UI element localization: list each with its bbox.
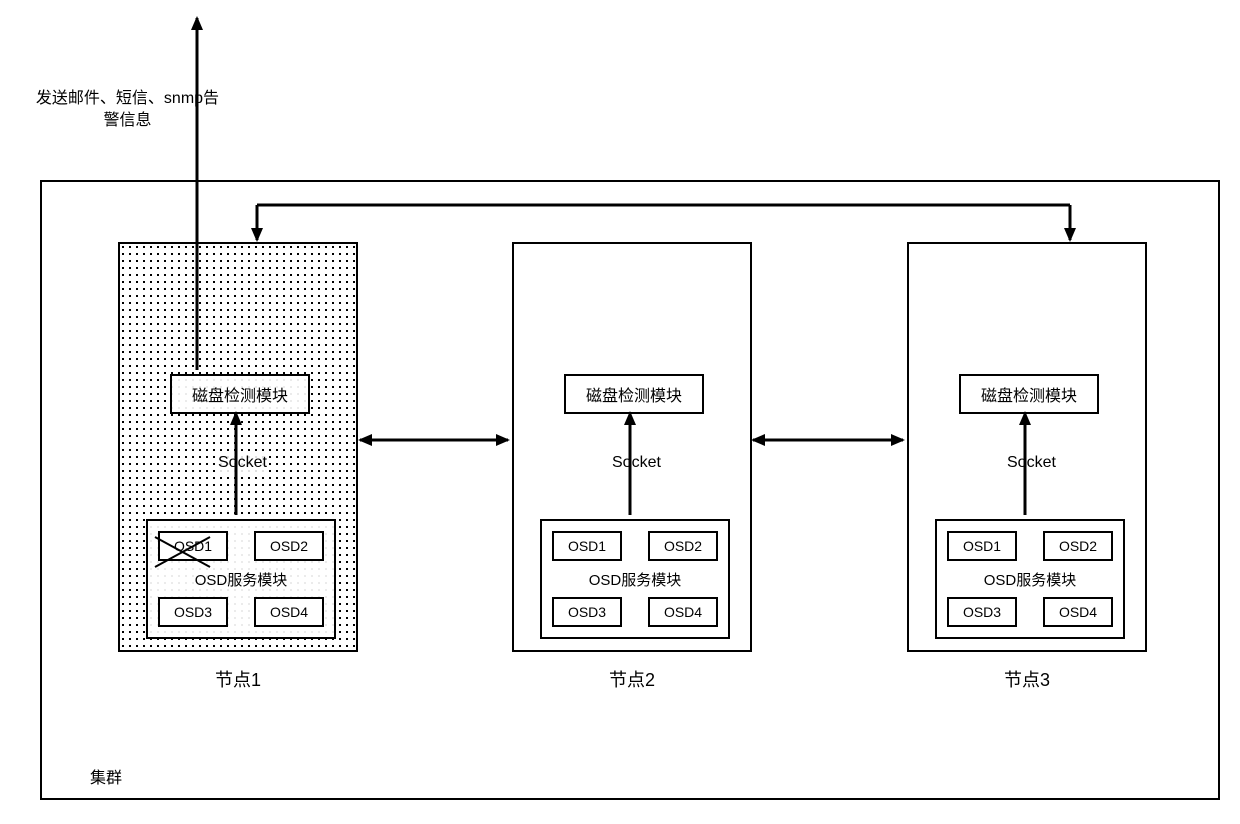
node-3: 磁盘检测模块 Socket OSD服务模块 OSD1 OSD2 OSD3 OSD… xyxy=(907,242,1147,652)
node-3-osd4: OSD4 xyxy=(1043,597,1113,627)
node-1: 磁盘检测模块 Socket OSD服务模块 OSD1 OSD2 OSD3 OSD… xyxy=(118,242,358,652)
cluster-label: 集群 xyxy=(90,764,122,788)
node-2-detect-module: 磁盘检测模块 xyxy=(564,374,704,414)
node-1-osd3: OSD3 xyxy=(158,597,228,627)
node-2-osd1: OSD1 xyxy=(552,531,622,561)
node-3-osd-title: OSD服务模块 xyxy=(937,569,1123,590)
node-1-label: 节点1 xyxy=(120,666,356,692)
node-1-osd1: OSD1 xyxy=(158,531,228,561)
node-2-osd2: OSD2 xyxy=(648,531,718,561)
node-3-detect-module: 磁盘检测模块 xyxy=(959,374,1099,414)
node-3-osd3: OSD3 xyxy=(947,597,1017,627)
node-2-osd-module: OSD服务模块 OSD1 OSD2 OSD3 OSD4 xyxy=(540,519,730,639)
node-3-osd1: OSD1 xyxy=(947,531,1017,561)
node-3-label: 节点3 xyxy=(909,666,1145,692)
node-2-osd-title: OSD服务模块 xyxy=(542,569,728,590)
cluster-container: 集群 磁盘检测模块 Socket OSD服务模块 OSD1 OSD2 OSD3 … xyxy=(40,180,1220,800)
node-3-osd-module: OSD服务模块 OSD1 OSD2 OSD3 OSD4 xyxy=(935,519,1125,639)
node-3-socket-label: Socket xyxy=(1005,454,1058,472)
node-2: 磁盘检测模块 Socket OSD服务模块 OSD1 OSD2 OSD3 OSD… xyxy=(512,242,752,652)
node-1-osd-module: OSD服务模块 OSD1 OSD2 OSD3 OSD4 xyxy=(146,519,336,639)
node-1-detect-module: 磁盘检测模块 xyxy=(170,374,310,414)
node-2-label: 节点2 xyxy=(514,666,750,692)
node-2-socket-label: Socket xyxy=(610,454,663,472)
node-3-osd2: OSD2 xyxy=(1043,531,1113,561)
alert-text: 发送邮件、短信、snmp告警信息 xyxy=(30,88,225,133)
node-2-osd3: OSD3 xyxy=(552,597,622,627)
node-1-osd-title: OSD服务模块 xyxy=(148,569,334,590)
node-2-osd4: OSD4 xyxy=(648,597,718,627)
node-1-osd2: OSD2 xyxy=(254,531,324,561)
node-1-osd4: OSD4 xyxy=(254,597,324,627)
node-1-socket-label: Socket xyxy=(216,454,269,472)
